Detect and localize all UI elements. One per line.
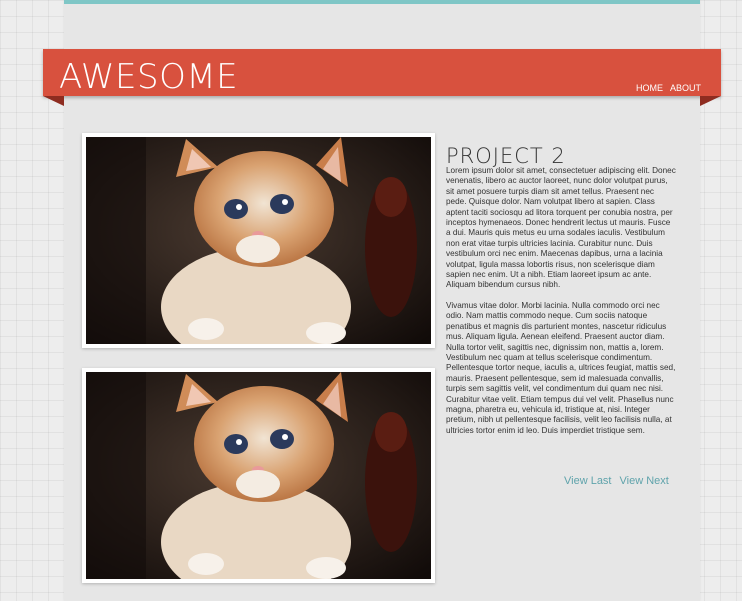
- nav-about-link[interactable]: ABOUT: [670, 83, 701, 93]
- nav-home-link[interactable]: HOME: [636, 83, 663, 93]
- project-title: PROJECT 2: [446, 144, 566, 169]
- kitten-image-2: [86, 372, 431, 579]
- view-next-link[interactable]: View Next: [620, 475, 669, 487]
- project-photo-1: [82, 133, 435, 348]
- banner-fold-right: [700, 96, 721, 106]
- banner-fold-left: [43, 96, 64, 106]
- top-accent-rule: [64, 0, 700, 4]
- kitten-image-1: [86, 137, 431, 344]
- project-pager: View Last View Next: [564, 475, 669, 487]
- kitten-photo-1: [86, 137, 431, 344]
- main-nav: HOME ABOUT: [636, 83, 701, 93]
- site-logo[interactable]: AWESOME: [59, 58, 238, 96]
- project-description: Lorem ipsum dolor sit amet, consectetuer…: [446, 166, 676, 446]
- view-last-link[interactable]: View Last: [564, 475, 612, 487]
- kitten-photo-2: [86, 372, 431, 579]
- project-photo-2: [82, 368, 435, 583]
- description-paragraph-2: Vivamus vitae dolor. Morbi lacinia. Null…: [446, 300, 676, 435]
- description-paragraph-1: Lorem ipsum dolor sit amet, consectetuer…: [446, 166, 676, 290]
